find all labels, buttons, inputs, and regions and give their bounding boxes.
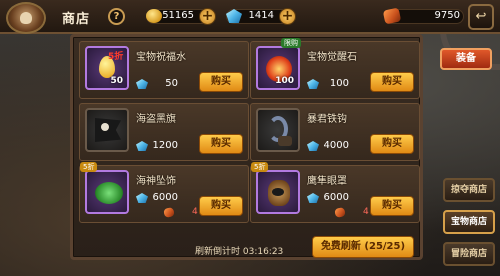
diamond-icon (307, 141, 319, 151)
iron-hook-icon[interactable] (256, 108, 300, 152)
diamond-icon (136, 141, 148, 151)
free-refresh-button[interactable]: 免费刷新 (25/25) (312, 236, 414, 258)
buy-button[interactable]: 购买 (199, 196, 243, 216)
limited-badge: 限购 (281, 38, 301, 48)
add-gold-button[interactable]: + (199, 8, 216, 25)
awakening-stone-icon[interactable]: 100 (256, 46, 300, 90)
shop-item-card: 海盗黑旗 1200 购买 (79, 103, 249, 161)
page-title: 商店 (62, 12, 91, 27)
exit-button[interactable]: ↩ (468, 4, 494, 30)
item-name: 海神坠饰 (136, 176, 176, 187)
gem-value: 1414 (248, 10, 274, 21)
shop-item-card: 5折 鹰隼眼罩 6000 4 购买 (250, 162, 420, 223)
item-price: 50 (165, 78, 178, 89)
ore-value: 9750 (434, 10, 460, 21)
pirate-flag-icon[interactable] (85, 108, 129, 152)
gem-counter: 1414 + (226, 8, 296, 26)
item-price: 1200 (152, 140, 178, 151)
diamond-icon (136, 193, 148, 203)
item-quantity: 100 (275, 76, 294, 86)
gold-value: 51165 (162, 10, 194, 21)
gold-coin-icon (146, 9, 162, 23)
item-price: 6000 (152, 192, 178, 203)
shop-item-card: 100 限购 宝物觉醒石 100 购买 (250, 38, 420, 99)
buy-button[interactable]: 购买 (199, 72, 243, 92)
eye-patch-icon[interactable] (256, 170, 300, 214)
item-name: 宝物觉醒石 (307, 52, 357, 63)
help-icon[interactable]: ? (108, 8, 125, 25)
tab-treasure-shop[interactable]: 宝物商店 (443, 210, 495, 234)
refresh-countdown: 刷新倒计时 03:16:23 (195, 247, 284, 257)
shop-item-card: 50 5折 宝物祝福水 50 购买 (79, 41, 249, 99)
item-sub-price: 4 (363, 207, 369, 217)
item-name: 宝物祝福水 (136, 52, 186, 63)
item-sub-price: 4 (192, 207, 198, 217)
discount-badge: 5折 (80, 162, 98, 172)
buy-button[interactable]: 购买 (370, 196, 414, 216)
diamond-icon (307, 193, 319, 203)
top-bar: 商店 ? 51165 + 1414 + 9750 ↩ (0, 0, 500, 34)
ore-icon (334, 207, 346, 218)
discount-badge: 5折 (251, 162, 269, 172)
item-name: 海盗黑旗 (136, 114, 176, 125)
ore-counter: 9750 (382, 7, 464, 26)
item-quantity: 50 (110, 76, 123, 86)
ore-icon (163, 207, 175, 218)
gold-counter: 51165 + (146, 8, 216, 26)
sea-god-pendant-icon[interactable] (85, 170, 129, 214)
add-gem-button[interactable]: + (279, 8, 296, 25)
tab-plunder-shop[interactable]: 掠夺商店 (443, 178, 495, 202)
item-name: 暴君铁钩 (307, 114, 347, 125)
equip-button[interactable]: 装备 (440, 48, 492, 70)
shop-item-card: 5折 海神坠饰 6000 4 购买 (79, 162, 249, 223)
item-name: 鹰隼眼罩 (307, 176, 347, 187)
tab-adventure-shop[interactable]: 冒险商店 (443, 242, 495, 266)
buy-button[interactable]: 购买 (370, 72, 414, 92)
diamond-icon (307, 79, 319, 89)
item-price: 100 (329, 78, 349, 89)
shop-item-card: 暴君铁钩 4000 购买 (250, 103, 420, 161)
diamond-icon (226, 9, 242, 23)
item-price: 6000 (323, 192, 349, 203)
buy-button[interactable]: 购买 (370, 134, 414, 154)
diamond-icon (136, 79, 148, 89)
item-price: 4000 (323, 140, 349, 151)
skull-logo-icon (6, 2, 46, 34)
promo-label: 5折 (108, 52, 124, 62)
ore-icon (382, 7, 402, 25)
shop-panel: 50 5折 宝物祝福水 50 购买 100 限购 宝物觉醒石 100 购买 海盗… (70, 34, 423, 260)
buy-button[interactable]: 购买 (199, 134, 243, 154)
